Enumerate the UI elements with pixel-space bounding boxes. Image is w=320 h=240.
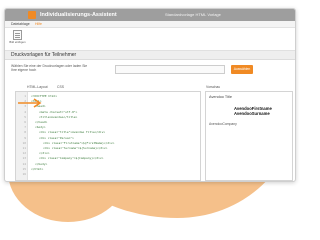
- app-window: Individualisierungs-Assistent Standardvo…: [4, 8, 296, 182]
- code-text: <body>: [35, 125, 46, 130]
- ribbon-toolbar: Bild einfügen: [5, 28, 295, 51]
- pointer-arrow-icon: [18, 98, 42, 108]
- code-text: </html>: [31, 166, 44, 171]
- code-line: 2 <html>: [16, 99, 200, 103]
- select-template-button[interactable]: Auswählen: [231, 65, 253, 74]
- code-text: <div class="Company">${Company}</div>: [39, 156, 104, 161]
- insert-image-button[interactable]: Bild einfügen: [9, 30, 26, 48]
- line-number: 9: [24, 135, 26, 140]
- template-input[interactable]: [115, 65, 225, 74]
- insert-image-label: Bild einfügen: [9, 40, 26, 44]
- line-number: 6: [24, 120, 26, 124]
- line-number: 11: [22, 146, 26, 150]
- image-icon: [13, 30, 22, 40]
- line-number: 8: [24, 130, 26, 135]
- tab-css[interactable]: CSS: [57, 85, 64, 90]
- section-title: Druckvorlagen für Teilnehmer: [11, 52, 77, 58]
- code-line: 14 </body>: [16, 162, 200, 166]
- title-bar: Individualisierungs-Assistent Standardvo…: [5, 9, 295, 21]
- line-number: 13: [22, 156, 26, 161]
- code-line: 15 </html>: [16, 167, 200, 171]
- section-header: Druckvorlagen für Teilnehmer: [5, 51, 295, 60]
- code-text: </body>: [35, 161, 48, 166]
- line-number: 4: [24, 109, 26, 114]
- code-line: 16: [16, 172, 200, 176]
- code-line: 8 <div class="title">Avendoo Title</div>: [16, 130, 200, 134]
- code-line: 6 </head>: [16, 120, 200, 124]
- line-number: 14: [22, 161, 26, 166]
- template-hint: Wählen Sie eine der Druckvorlagen oder l…: [11, 64, 88, 73]
- code-line: 12 </div>: [16, 151, 200, 155]
- code-text: <div class="title">Avendoo Title</div>: [39, 130, 106, 135]
- app-icon: [28, 11, 36, 19]
- code-line: 9 <div class="Person">: [16, 136, 200, 140]
- preview-company: AvendooCompany: [209, 122, 237, 126]
- code-text: <meta charset="utf-8">: [39, 109, 78, 114]
- line-number: 15: [22, 166, 26, 171]
- preview-label: Vorschau: [206, 85, 221, 89]
- code-line: 5 <title>Avendoo</title>: [16, 115, 200, 119]
- code-text: <div class="Surname">${Surname}</div>: [43, 146, 108, 150]
- line-number: 7: [24, 125, 26, 130]
- code-line: 10 <div class="Firstname">${FirstName}</d…: [16, 141, 200, 145]
- code-text: <title>Avendoo</title>: [39, 114, 78, 119]
- preview-surname: AvendooSurname: [234, 111, 270, 116]
- preview-panel: Avendoo Title AvendooFirstname AvendooSu…: [205, 91, 293, 181]
- line-number: 5: [24, 114, 26, 119]
- code-text: <div class="Person">: [39, 135, 74, 140]
- code-line: 7 <body>: [16, 125, 200, 129]
- code-text: <div class="Firstname">${FirstName}</div…: [43, 140, 115, 145]
- document-title: Standardvorlage HTML Vorlage: [165, 12, 221, 17]
- code-line: 13 <div class="Company">${Company}</div>: [16, 156, 200, 160]
- code-line: 1 <!DOCTYPE html>: [16, 94, 200, 98]
- code-line: 4 <meta charset="utf-8">: [16, 110, 200, 114]
- line-number: 12: [22, 151, 26, 156]
- line-number: 16: [22, 172, 26, 176]
- code-text: </head>: [35, 120, 48, 124]
- code-line: 3 <head>: [16, 104, 200, 108]
- code-text: </div>: [39, 151, 50, 156]
- code-line: 11 <div class="Surname">${Surname}</div>: [16, 146, 200, 150]
- menu-dateiablage[interactable]: Dateiablage: [11, 21, 30, 28]
- preview-title: Avendoo Title: [209, 95, 232, 99]
- menu-bar: Dateiablage Hilfe: [5, 21, 295, 29]
- tab-html-layout[interactable]: HTML-Layout: [27, 85, 48, 90]
- line-number: 10: [22, 140, 26, 145]
- app-title: Individualisierungs-Assistent: [40, 12, 117, 18]
